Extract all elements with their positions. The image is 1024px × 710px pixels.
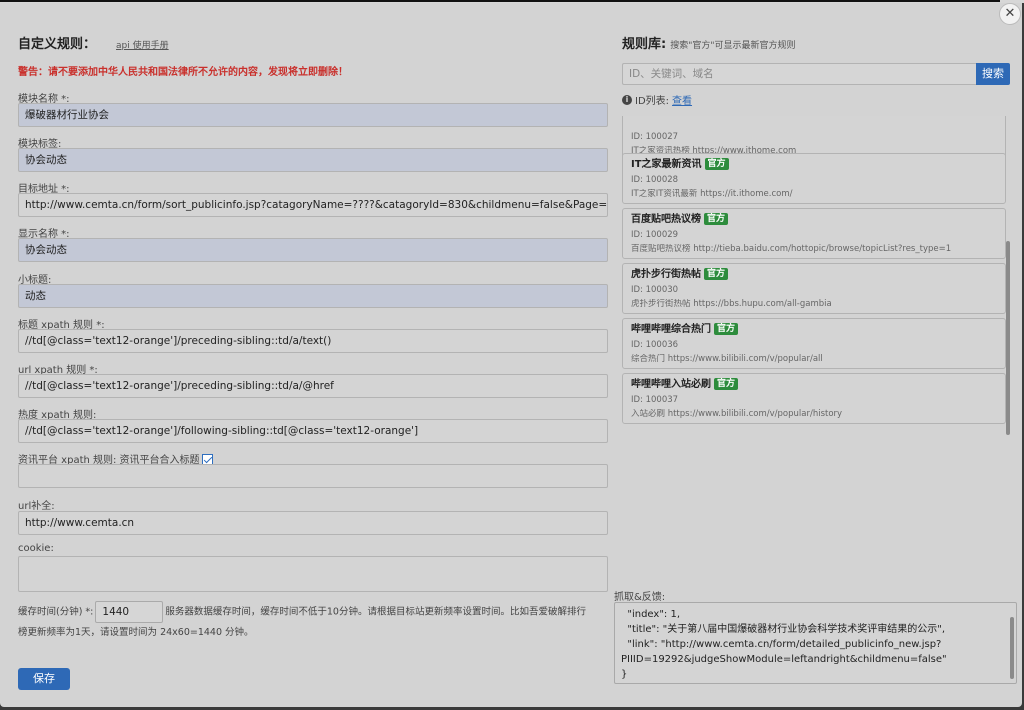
rule-id: ID: 100037: [631, 395, 679, 405]
search-button[interactable]: 搜索: [976, 63, 1010, 85]
rule-title-row: 哔哩哔哩入站必刷 官方: [631, 378, 997, 391]
cookie-textarea[interactable]: [18, 556, 608, 592]
url-complete-label: url补全:: [18, 501, 55, 512]
official-badge: 官方: [704, 268, 729, 280]
module-name-input[interactable]: 爆破器材行业协会: [18, 103, 608, 127]
rule-list: ID: 100027 IT之家资讯热榜 https://www.ithome.c…: [622, 116, 1006, 434]
feedback-line: "index": 1,: [621, 609, 681, 620]
rule-desc: 虎扑步行街热帖 https://bbs.hupu.com/all-gambia: [631, 299, 832, 309]
official-badge: 官方: [714, 378, 739, 390]
close-icon[interactable]: ✕: [999, 3, 1021, 25]
id-list-row: i ID列表: 查看: [622, 92, 692, 107]
rule-card[interactable]: 百度贴吧热议榜 官方 ID: 100029 百度贴吧热议榜 http://tieb…: [622, 208, 1006, 259]
rule-card[interactable]: 哔哩哔哩入站必刷 官方 ID: 100037 入站必刷 https://www.b…: [622, 373, 1006, 424]
rule-library-header: 规则库: 搜索"官方"可显示最新官方规则: [622, 33, 795, 52]
feedback-label: 抓取&反馈:: [614, 592, 666, 603]
info-icon: i: [622, 94, 632, 105]
cache-row: 缓存时间(分钟) *: 1440 服务器数据缓存时间，缓存时间不低于10分钟。请根据…: [18, 601, 608, 642]
rule-id: ID: 100029: [631, 230, 679, 240]
official-badge: 官方: [704, 158, 729, 170]
rule-card[interactable]: 虎扑步行街热帖 官方 ID: 100030 虎扑步行街热帖 https://bbs…: [622, 263, 1006, 314]
window-top-edge: [0, 0, 1000, 2]
rule-title-row: 百度贴吧热议榜 官方: [631, 213, 997, 226]
rule-desc: 综合热门 https://www.bilibili.com/v/popular/…: [631, 354, 823, 364]
rule-title: 虎扑步行街热帖: [631, 269, 701, 280]
rule-title: 哔哩哔哩综合热门: [631, 324, 711, 335]
id-list-view-link[interactable]: 查看: [672, 92, 692, 107]
custom-rule-title: 自定义规则：: [18, 37, 97, 52]
url-complete-input[interactable]: http://www.cemta.cn: [18, 511, 608, 535]
title-xpath-input[interactable]: //td[@class='text12-orange']/preceding-s…: [18, 329, 608, 353]
feedback-line: "link": "http://www.cemta.cn/form/detail…: [621, 639, 942, 650]
cache-help-1: 服务器数据缓存时间，缓存时间不低于10分钟。请根据目标站更新频率设置时间。比如吾…: [165, 606, 586, 618]
rule-title: IT之家最新资讯: [631, 159, 702, 170]
rule-title: [631, 116, 997, 128]
rule-list-scrollbar[interactable]: [1006, 241, 1010, 435]
feedback-line: "title": "关于第八届中国爆破器材行业协会科学技术奖评审结果的公示",: [621, 624, 946, 635]
rule-title-row: IT之家最新资讯 官方: [631, 158, 997, 171]
rule-title-row: 虎扑步行街热帖 官方: [631, 268, 997, 281]
rule-id: ID: 100036: [631, 340, 679, 350]
rule-library-subtitle: 搜索"官方"可显示最新官方规则: [670, 41, 796, 51]
rule-id: ID: 100030: [631, 285, 679, 295]
api-manual-link[interactable]: api 使用手册: [116, 38, 169, 51]
rule-id: ID: 100028: [631, 175, 679, 185]
rule-desc: 入站必刷 https://www.bilibili.com/v/popular/…: [631, 409, 843, 419]
url-xpath-input[interactable]: //td[@class='text12-orange']/preceding-s…: [18, 374, 608, 398]
cookie-label: cookie:: [18, 543, 54, 554]
id-list-label: ID列表:: [635, 96, 670, 107]
official-badge: 官方: [714, 323, 739, 335]
feedback-scrollbar[interactable]: [1010, 617, 1014, 679]
target-url-input[interactable]: http://www.cemta.cn/form/sort_publicinfo…: [18, 193, 608, 217]
feedback-output[interactable]: "index": 1, "title": "关于第八届中国爆破器材行业协会科学技…: [614, 602, 1017, 684]
cache-minutes-input[interactable]: 1440: [95, 601, 164, 623]
rule-id: ID: 100027: [631, 132, 679, 142]
custom-rule-dialog: ✕ 自定义规则： api 使用手册 警告：请不要添加中华人民共和国法律所不允许的…: [0, 3, 1022, 707]
subtitle-input[interactable]: 动态: [18, 284, 608, 308]
official-badge: 官方: [704, 213, 729, 225]
save-button[interactable]: 保存: [18, 668, 70, 690]
rule-library-title: 规则库:: [622, 37, 667, 52]
feedback-line: }: [621, 669, 628, 680]
warning-text: 警告：请不要添加中华人民共和国法律所不允许的内容，发现将立即删除！: [18, 67, 348, 78]
custom-rule-header: 自定义规则： api 使用手册: [18, 33, 169, 52]
cache-help-2: 榜更新频率为1天，请设置时间为 24x60=1440 分钟。: [18, 627, 254, 638]
display-name-input[interactable]: 协会动态: [18, 238, 608, 262]
cache-label: 缓存时间(分钟) *:: [18, 606, 94, 618]
module-tag-input[interactable]: 协会动态: [18, 148, 608, 172]
rule-title-row: 哔哩哔哩综合热门 官方: [631, 323, 997, 336]
rule-card[interactable]: IT之家最新资讯 官方 ID: 100028 IT之家IT资讯最新 https:/…: [622, 153, 1006, 204]
heat-xpath-input[interactable]: //td[@class='text12-orange']/following-s…: [18, 419, 608, 443]
platform-xpath-input[interactable]: [18, 464, 608, 488]
rule-desc: IT之家IT资讯最新 https://it.ithome.com/: [631, 189, 793, 199]
rule-desc: 百度贴吧热议榜 http://tieba.baidu.com/hottopic/…: [631, 244, 952, 254]
rule-card[interactable]: 哔哩哔哩综合热门 官方 ID: 100036 综合热门 https://www.b…: [622, 318, 1006, 369]
rule-title: 哔哩哔哩入站必刷: [631, 379, 711, 390]
rule-title: 百度贴吧热议榜: [631, 214, 701, 225]
feedback-line: PIIID=19292&judgeShowModule=leftandright…: [621, 654, 947, 665]
rule-search-input[interactable]: ID、关键词、域名: [622, 63, 976, 85]
